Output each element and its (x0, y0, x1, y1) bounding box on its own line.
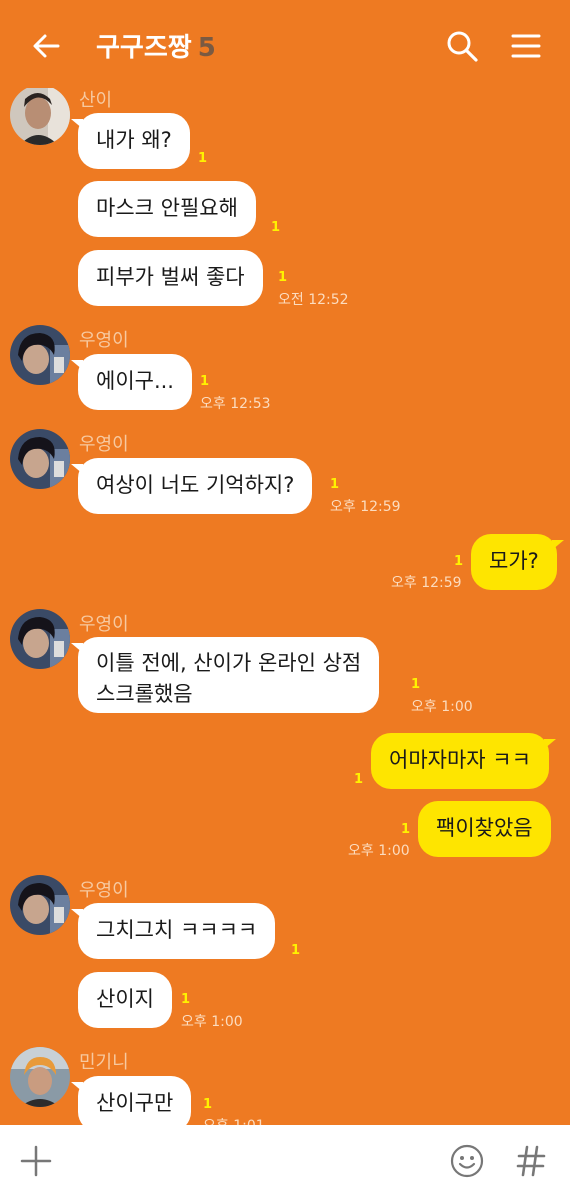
message-time: 오후 1:00 (411, 699, 473, 715)
unread-count: 1 (291, 943, 301, 958)
unread-count: 1 (411, 677, 421, 692)
unread-count: 1 (401, 822, 411, 837)
menu-icon[interactable] (508, 28, 544, 64)
avatar-wooyoung[interactable] (10, 875, 70, 935)
unread-count: 1 (181, 992, 191, 1007)
unread-count: 1 (203, 1097, 213, 1112)
message-bubble[interactable]: 여상이 너도 기억하지? (70, 458, 313, 514)
message-bubble[interactable]: 마스크 안필요해 (78, 181, 256, 237)
message-bubble[interactable]: 산이지 (78, 972, 172, 1028)
member-count: 5 (197, 33, 216, 63)
hashtag-icon[interactable] (514, 1143, 548, 1179)
avatar-wooyoung[interactable] (10, 429, 70, 489)
message-line: 이틀 전에, 산이가 온라인 상점 (96, 651, 362, 675)
chat-area[interactable]: 산이 내가 왜? 1 마스크 안필요해 1 피부가 벌써 좋다 1 오전 12:… (0, 0, 570, 1125)
message-bubble[interactable]: 그치그치 ㅋㅋㅋㅋ (70, 903, 276, 959)
sender-name: 산이 (79, 90, 113, 111)
avatar-mingi[interactable] (10, 1047, 70, 1107)
unread-count: 1 (271, 220, 281, 235)
unread-count: 1 (330, 477, 340, 492)
message-line: 스크롤했음 (96, 682, 193, 706)
avatar-wooyoung[interactable] (10, 609, 70, 669)
message-bubble[interactable]: 산이구만 (70, 1076, 192, 1125)
message-time: 오후 1:00 (181, 1014, 243, 1030)
message-bubble[interactable]: 이틀 전에, 산이가 온라인 상점 스크롤했음 (70, 637, 380, 713)
chat-room-name: 구구즈짱 (96, 33, 192, 63)
sender-name: 민기니 (79, 1052, 129, 1073)
unread-count: 1 (354, 772, 364, 787)
input-bar (0, 1125, 570, 1200)
avatar-san[interactable] (10, 85, 70, 145)
emoji-icon[interactable] (449, 1143, 485, 1179)
sender-name: 우영이 (79, 434, 129, 455)
unread-count: 1 (198, 151, 208, 166)
unread-count: 1 (200, 374, 210, 389)
unread-count: 1 (454, 554, 464, 569)
sender-name: 우영이 (79, 614, 129, 635)
message-time: 오전 12:52 (278, 292, 349, 308)
message-time: 오후 1:01 (203, 1115, 265, 1125)
message-bubble[interactable]: 에이구... (71, 354, 192, 410)
back-arrow-icon[interactable] (28, 28, 64, 64)
sender-name: 우영이 (79, 880, 129, 901)
message-bubble[interactable]: 내가 왜? (71, 113, 190, 169)
message-time: 오후 1:00 (348, 843, 410, 859)
unread-count: 1 (278, 270, 288, 285)
message-bubble[interactable]: 피부가 벌써 좋다 (78, 250, 263, 306)
sender-name: 우영이 (79, 330, 129, 351)
message-time: 오후 12:53 (200, 396, 271, 412)
my-message-bubble[interactable]: 팩이찾았음 (418, 801, 551, 857)
my-message-bubble[interactable]: 모가? (471, 534, 564, 590)
search-icon[interactable] (444, 28, 480, 64)
chat-header: 구구즈짱 5 (0, 0, 570, 88)
chat-title: 구구즈짱 5 (96, 27, 216, 64)
my-message-bubble[interactable]: 어마자마자 ㅋㅋ (371, 733, 556, 789)
message-time: 오후 12:59 (391, 575, 462, 591)
message-time: 오후 12:59 (330, 499, 401, 515)
plus-icon[interactable] (20, 1145, 52, 1177)
avatar-wooyoung[interactable] (10, 325, 70, 385)
